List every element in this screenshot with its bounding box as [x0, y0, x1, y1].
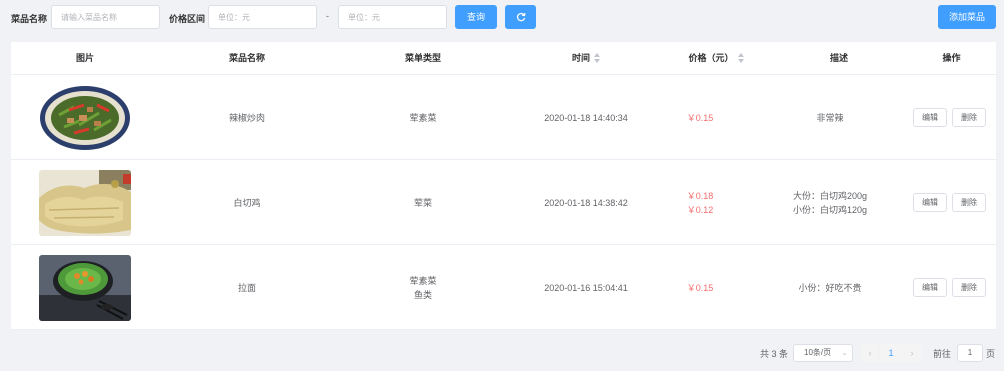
- menu-type: 荤菜: [413, 197, 432, 208]
- goto-page-input[interactable]: 1: [957, 344, 983, 362]
- delete-button[interactable]: 删除: [952, 193, 986, 212]
- header-name: 菜品名称: [228, 53, 265, 63]
- price-min-input[interactable]: [208, 5, 317, 29]
- price-cell: ￥0.15: [661, 245, 739, 330]
- menu-type: 鱼类: [413, 289, 432, 300]
- header-desc: 描述: [829, 53, 848, 63]
- delete-button[interactable]: 删除: [952, 278, 986, 297]
- price-max-input[interactable]: [338, 5, 447, 29]
- table-row: 白切鸡 荤菜 2020-01-18 14:38:42 ￥0.18 ￥0.12 大…: [11, 160, 996, 245]
- price-cell: ￥0.15: [661, 75, 739, 160]
- prev-page-button[interactable]: ‹: [861, 344, 879, 362]
- table-header: 图片 菜品名称 菜单类型 时间 价格（元） 描述 操作: [11, 42, 996, 75]
- page-suffix: 页: [986, 349, 996, 359]
- dish-image-cell: [11, 245, 159, 330]
- menu-type: 荤素菜: [409, 275, 437, 286]
- dish-name: 辣椒炒肉: [228, 112, 265, 123]
- dish-name-input[interactable]: [51, 5, 160, 29]
- header-price: 价格（元）: [688, 53, 734, 63]
- dish-image-cell: [11, 160, 159, 245]
- header-time-cell[interactable]: 时间: [511, 42, 661, 75]
- dish-image: [39, 254, 131, 321]
- goto-label: 前往: [933, 349, 952, 359]
- menu-type-cell: 荤菜: [335, 160, 511, 245]
- price-cell: ￥0.18 ￥0.12: [661, 160, 739, 245]
- dish-image-cell: [11, 75, 159, 160]
- dish-name-label: 菜品名称: [11, 14, 48, 24]
- price-range-separator: -: [326, 11, 329, 21]
- refresh-icon: [516, 12, 525, 22]
- dish-time: 2020-01-16 15:04:41: [544, 282, 628, 293]
- refresh-button[interactable]: [505, 5, 536, 29]
- table-row: 拉面 荤素菜 鱼类 2020-01-16 15:04:41 ￥0.15 小份：好…: [11, 245, 996, 330]
- price-range-label: 价格区间: [169, 14, 206, 24]
- price-value: ￥0.18: [686, 190, 714, 201]
- pagination-total: 共 3 条: [760, 349, 789, 359]
- dish-image: [39, 84, 131, 151]
- menu-type-cell: 荤素菜: [335, 75, 511, 160]
- chevron-down-icon: ⌄: [841, 348, 848, 357]
- header-actions: 操作: [942, 53, 961, 63]
- header-image: 图片: [75, 53, 94, 63]
- header-type: 菜单类型: [404, 53, 441, 63]
- price-value: ￥0.15: [686, 282, 714, 293]
- dish-name: 白切鸡: [233, 197, 261, 208]
- edit-button[interactable]: 编辑: [913, 193, 947, 212]
- desc-line: 非常辣: [816, 112, 844, 123]
- sort-caret-icon[interactable]: [594, 52, 600, 63]
- page-size-value: 10条/页: [804, 348, 832, 357]
- add-dish-button[interactable]: 添加菜品: [938, 5, 996, 29]
- desc-cell: 大份：白切鸡200g 小份：白切鸡120g: [771, 160, 889, 245]
- page-size-select[interactable]: 10条/页 ⌄: [793, 344, 853, 362]
- price-value: ￥0.15: [686, 112, 714, 123]
- edit-button[interactable]: 编辑: [913, 108, 947, 127]
- header-price-cell[interactable]: 价格（元）: [661, 42, 771, 75]
- desc-line: 大份：白切鸡200g: [792, 190, 868, 201]
- dish-image: [39, 169, 131, 236]
- query-button[interactable]: 查询: [455, 5, 497, 29]
- price-value: ￥0.12: [686, 204, 714, 215]
- dish-time: 2020-01-18 14:38:42: [544, 197, 628, 208]
- dish-table: 图片 菜品名称 菜单类型 时间 价格（元） 描述 操作 辣椒炒肉 荤素菜 202…: [11, 42, 996, 330]
- dish-name: 拉面: [237, 282, 256, 293]
- menu-type-cell: 荤素菜 鱼类: [335, 245, 511, 330]
- delete-button[interactable]: 删除: [952, 108, 986, 127]
- next-page-button[interactable]: ›: [903, 344, 921, 362]
- desc-line: 小份：好吃不贵: [798, 282, 862, 293]
- pagination: 共 3 条 10条/页 ⌄ ‹ 1 › 前往 1 页: [0, 343, 1004, 363]
- dish-time: 2020-01-18 14:40:34: [544, 112, 628, 123]
- search-toolbar: 菜品名称 价格区间 - 查询 添加菜品: [0, 0, 1004, 34]
- desc-line: 小份：白切鸡120g: [792, 204, 868, 215]
- header-time: 时间: [571, 53, 590, 63]
- edit-button[interactable]: 编辑: [913, 278, 947, 297]
- menu-type: 荤素菜: [409, 112, 437, 123]
- sort-caret-icon[interactable]: [737, 52, 744, 63]
- desc-cell: 小份：好吃不贵: [771, 245, 889, 330]
- desc-cell: 非常辣: [771, 75, 889, 160]
- table-row: 辣椒炒肉 荤素菜 2020-01-18 14:40:34 ￥0.15 非常辣 编…: [11, 75, 996, 160]
- page-number[interactable]: 1: [880, 344, 902, 362]
